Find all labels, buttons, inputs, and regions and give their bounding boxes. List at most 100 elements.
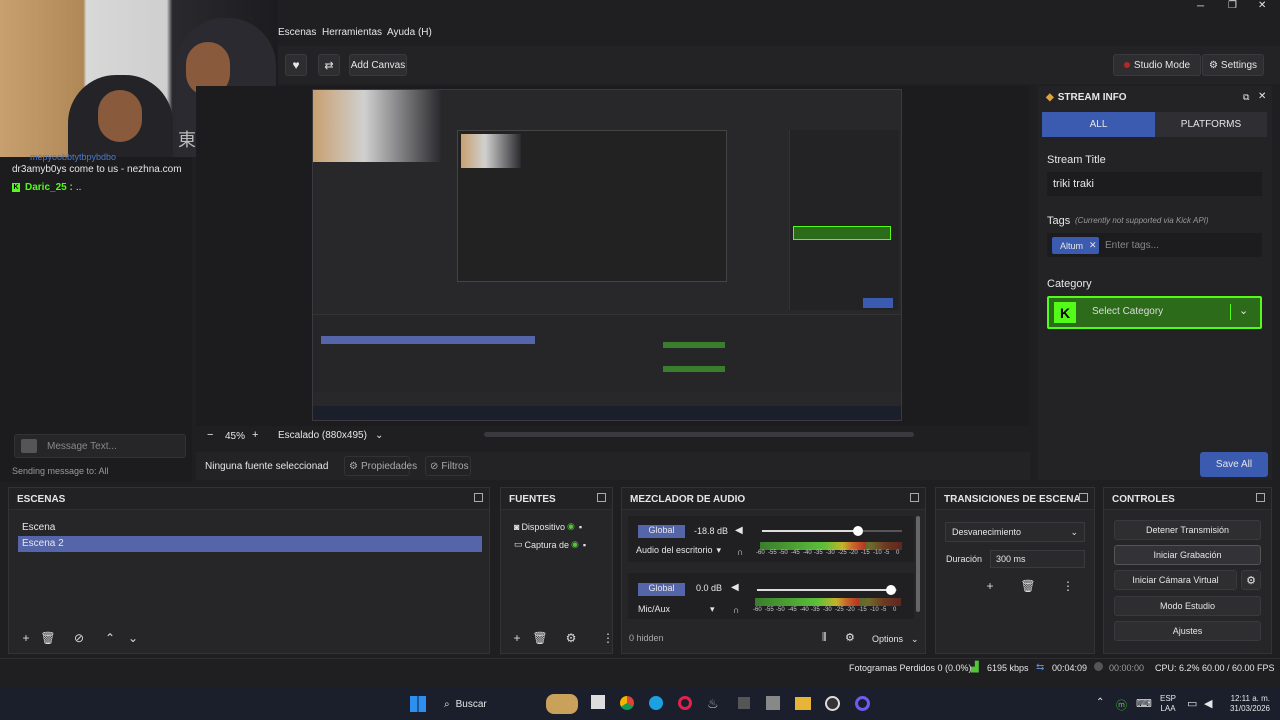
edge-icon[interactable] (649, 696, 663, 710)
undock-icon[interactable]: ⧉ (1243, 92, 1249, 103)
source-item[interactable]: ▭ Captura de ◉ ▪ (514, 539, 606, 550)
save-all-button[interactable]: Save All (1200, 452, 1268, 477)
scenes-dock: ESCENAS (8, 487, 490, 654)
windows-start-icon[interactable] (410, 696, 426, 712)
dock-undock-icon[interactable] (1079, 493, 1088, 502)
share-icon[interactable]: ⇄ (318, 54, 340, 76)
maximize-button[interactable]: ❐ (1228, 0, 1237, 11)
scene-item-selected[interactable]: Escena 2 (18, 536, 482, 552)
scene-item[interactable]: Escena (18, 520, 482, 536)
eye-icon[interactable]: ◉ (571, 539, 579, 550)
gear-icon[interactable]: ⚙ (845, 631, 855, 644)
channel-name-dropdown[interactable]: Mic/Aux ▾ (638, 604, 726, 615)
lock-icon[interactable]: ▪ (579, 522, 582, 532)
task-view-icon[interactable] (591, 695, 605, 709)
dock-undock-icon[interactable] (474, 493, 483, 502)
volume-slider-handle[interactable] (853, 526, 863, 536)
volume-slider-handle[interactable] (886, 585, 896, 595)
clock[interactable]: 12:11 a. m. 31/03/2026 (1222, 694, 1270, 714)
more-icon[interactable]: ⋮ (602, 631, 614, 645)
mixer-layout-icon[interactable]: ⫼ (822, 632, 827, 643)
dock-undock-icon[interactable] (910, 493, 919, 502)
trash-icon[interactable]: 🗑 (1020, 579, 1035, 593)
language-indicator[interactable]: ESP LAA (1160, 694, 1176, 714)
microphone-icon[interactable]: ⓜ (1116, 697, 1127, 713)
trash-icon[interactable]: 🗑 (532, 631, 547, 645)
preview-scrollbar[interactable] (484, 432, 914, 437)
eye-icon[interactable]: ◉ (567, 521, 575, 532)
dock-undock-icon[interactable] (597, 493, 606, 502)
app-icon[interactable] (738, 697, 750, 709)
message-input[interactable]: Message Text... (14, 434, 186, 458)
studio-mode-button[interactable]: Studio Mode (1113, 54, 1201, 76)
menu-tools[interactable]: Herramientas (322, 27, 382, 38)
network-icon[interactable]: ▭ (1187, 697, 1197, 710)
lock-icon[interactable]: ▪ (583, 540, 586, 550)
obs-icon[interactable] (825, 696, 840, 711)
more-icon[interactable]: ⋮ (1062, 579, 1074, 593)
speaker-icon[interactable]: ◀ (735, 525, 743, 536)
scaling-dropdown[interactable]: Escalado (880x495) ⌄ (278, 430, 383, 441)
studio-mode-control-button[interactable]: Modo Estudio (1114, 596, 1261, 616)
category-divider (1230, 304, 1231, 320)
duration-stepper[interactable]: 300 ms (990, 550, 1085, 568)
meter-scale-label: -55 (765, 607, 774, 613)
volume-icon[interactable]: ◀ (1204, 697, 1212, 710)
mixer-scrollbar[interactable] (916, 516, 920, 612)
close-window-button[interactable]: ✕ (1258, 0, 1266, 11)
stop-stream-button[interactable]: Detener Transmisión (1114, 520, 1261, 540)
studio-mode-icon (1123, 62, 1130, 68)
menu-help[interactable]: Ayuda (H) (387, 27, 432, 38)
keyboard-icon[interactable]: ⌨ (1136, 697, 1152, 710)
close-icon[interactable]: ✕ (1258, 91, 1266, 102)
headphones-icon[interactable]: ∩ (737, 547, 743, 557)
filter-icon[interactable]: ⊘ (73, 631, 85, 645)
channel-name-dropdown[interactable]: Audio del escritorio ▾ (636, 545, 728, 556)
store-icon[interactable] (766, 696, 780, 710)
app-icon[interactable] (855, 696, 870, 711)
properties-button[interactable]: ⚙ Propiedades (344, 456, 417, 476)
start-recording-button[interactable]: Iniciar Grabación (1114, 545, 1261, 565)
stream-title-input[interactable]: triki traki (1047, 172, 1262, 196)
meter-scale-label: -50 (779, 550, 788, 556)
signal-icon: ▟ (971, 662, 979, 673)
headphones-icon[interactable]: ∩ (733, 605, 739, 615)
tab-all[interactable]: ALL (1042, 112, 1155, 137)
settings-control-button[interactable]: Ajustes (1114, 621, 1261, 641)
zoom-in-button[interactable]: + (252, 429, 258, 441)
settings-button[interactable]: ⚙ Settings (1202, 54, 1264, 76)
minimize-button[interactable]: ─ (1197, 1, 1204, 12)
start-virtual-camera-button[interactable]: Iniciar Cámara Virtual (1114, 570, 1237, 590)
source-item[interactable]: ◙ Dispositivo ◉ ▪ (514, 521, 606, 532)
filters-button[interactable]: ⊘ Filtros (425, 456, 471, 476)
language-code: ESP (1160, 694, 1177, 703)
tab-platforms[interactable]: PLATFORMS (1155, 112, 1267, 137)
favorite-icon[interactable]: ♥ (285, 54, 307, 76)
chrome-icon[interactable] (620, 696, 634, 710)
trash-icon[interactable]: 🗑 (40, 631, 55, 645)
message-placeholder: Message Text... (47, 440, 117, 452)
add-icon[interactable]: + (984, 579, 996, 593)
tag-chip[interactable]: Altum ✕ (1052, 237, 1099, 254)
steam-icon[interactable]: ♨ (707, 696, 719, 712)
remove-tag-icon[interactable]: ✕ (1089, 240, 1097, 251)
zoom-out-button[interactable]: − (207, 429, 213, 441)
transition-select[interactable]: Desvanecimiento ⌄ (945, 522, 1085, 542)
gear-icon: ⚙ (1208, 59, 1218, 71)
add-icon[interactable]: + (511, 631, 523, 645)
speaker-icon[interactable]: ◀ (731, 582, 739, 593)
move-down-icon[interactable]: ⌄ (127, 631, 139, 645)
add-icon[interactable]: + (20, 631, 32, 645)
opera-icon[interactable] (678, 696, 692, 710)
transition-value: Desvanecimiento (952, 527, 1022, 537)
options-dropdown[interactable]: Options ⌄ (872, 634, 919, 645)
gear-icon[interactable]: ⚙ (565, 631, 577, 645)
move-up-icon[interactable]: ⌃ (104, 631, 116, 645)
source-label: Captura de (524, 539, 570, 550)
add-canvas-button[interactable]: Add Canvas (349, 54, 407, 76)
file-explorer-icon[interactable] (795, 697, 811, 710)
menu-scenes[interactable]: Escenas (278, 27, 316, 38)
virtual-camera-settings-icon[interactable]: ⚙ (1241, 570, 1261, 590)
dock-undock-icon[interactable] (1256, 493, 1265, 502)
show-hidden-icons[interactable]: ⌃ (1096, 697, 1104, 708)
